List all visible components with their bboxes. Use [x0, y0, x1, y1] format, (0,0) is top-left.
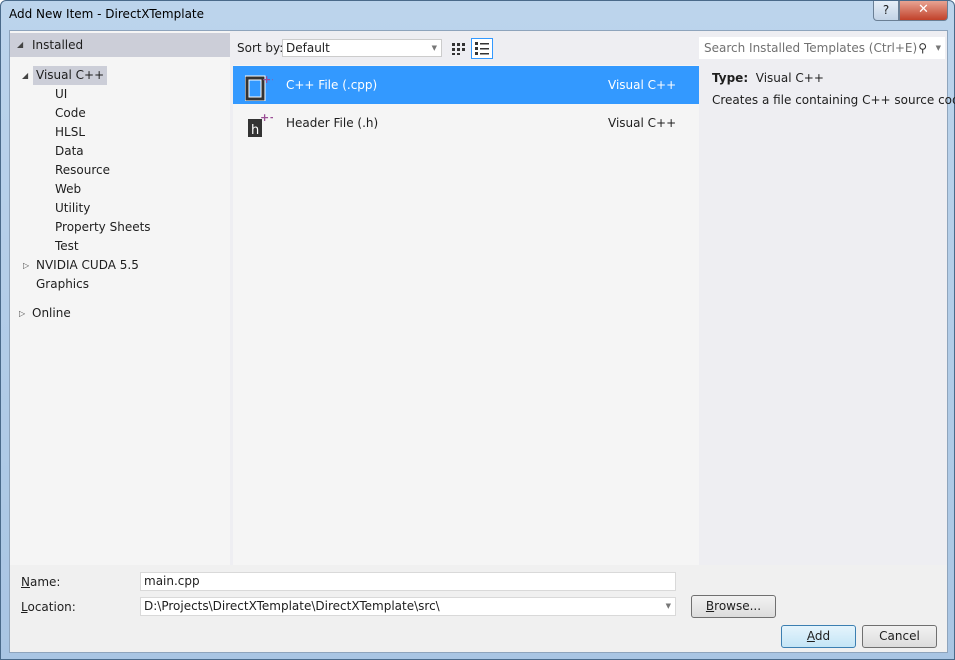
- cancel-button[interactable]: Cancel: [862, 625, 937, 648]
- tree-node-graphics[interactable]: Graphics: [36, 275, 89, 294]
- tree-label: Installed: [32, 38, 84, 52]
- type-value: Visual C++: [755, 71, 824, 85]
- tree-node-installed[interactable]: ◢ Installed: [10, 33, 230, 57]
- template-type: Visual C++: [608, 78, 677, 92]
- type-label: Type:: [712, 71, 749, 85]
- collapsed-triangle-icon[interactable]: ▷: [23, 261, 29, 270]
- sort-value: Default: [286, 41, 330, 55]
- tree-node-web[interactable]: Web: [55, 180, 81, 199]
- dialog-window: Add New Item - DirectXTemplate ? ✕ ◢ Ins…: [0, 0, 955, 660]
- tree-node-code[interactable]: Code: [55, 104, 86, 123]
- tree-node-visual-cpp[interactable]: Visual C++: [33, 66, 108, 85]
- template-item-cpp-file[interactable]: ++ C++ File (.cpp) Visual C++: [233, 66, 699, 104]
- template-name: Header File (.h): [286, 116, 379, 130]
- location-label: Location:: [21, 600, 76, 614]
- dropdown-arrow-icon[interactable]: ▼: [666, 598, 671, 615]
- name-label: Name:: [21, 575, 61, 589]
- item-form: Name: main.cpp Location: D:\Projects\Dir…: [10, 565, 947, 652]
- tree-node-online[interactable]: Online: [32, 304, 71, 323]
- template-type: Visual C++: [608, 116, 677, 130]
- svg-text:h: h: [251, 123, 259, 138]
- list-view-icon: [475, 42, 489, 55]
- dropdown-arrow-icon: ▼: [431, 44, 437, 52]
- grid-view-icon: [452, 43, 465, 55]
- search-templates-input[interactable]: Search Installed Templates (Ctrl+E) ⚲ ▼: [699, 37, 945, 59]
- sort-dropdown[interactable]: Default ▼: [282, 39, 442, 57]
- name-input[interactable]: main.cpp: [140, 572, 676, 591]
- window-title: Add New Item - DirectXTemplate: [9, 7, 205, 21]
- cpp-file-icon: ++: [245, 73, 273, 101]
- svg-text:++: ++: [262, 73, 273, 86]
- tree-node-property-sheets[interactable]: Property Sheets: [55, 218, 151, 237]
- collapsed-triangle-icon[interactable]: ▷: [19, 309, 25, 318]
- tree-node-hlsl[interactable]: HLSL: [55, 123, 85, 142]
- search-options-arrow-icon[interactable]: ▼: [936, 37, 941, 59]
- template-tree: ◢ Installed ◢ Visual C++ UI Code HLSL Da…: [10, 31, 230, 565]
- tree-node-resource[interactable]: Resource: [55, 161, 110, 180]
- location-value: D:\Projects\DirectXTemplate\DirectXTempl…: [144, 599, 440, 613]
- template-item-header-file[interactable]: h++ Header File (.h) Visual C++: [233, 104, 699, 142]
- expanded-triangle-icon[interactable]: ◢: [17, 33, 23, 57]
- add-button[interactable]: Add: [781, 625, 856, 648]
- search-placeholder: Search Installed Templates (Ctrl+E): [704, 41, 918, 55]
- template-name: C++ File (.cpp): [286, 78, 378, 92]
- template-details: Type: Visual C++ Creates a file containi…: [712, 71, 955, 107]
- expanded-triangle-icon[interactable]: ◢: [22, 71, 28, 80]
- tree-node-nvidia-cuda[interactable]: NVIDIA CUDA 5.5: [36, 256, 139, 275]
- tree-node-test[interactable]: Test: [55, 237, 79, 256]
- tree-node-ui[interactable]: UI: [55, 85, 67, 104]
- help-button[interactable]: ?: [873, 1, 899, 21]
- close-button[interactable]: ✕: [899, 1, 948, 21]
- browse-button[interactable]: Browse...: [691, 595, 776, 618]
- header-file-icon: h++: [248, 111, 273, 138]
- location-combobox[interactable]: D:\Projects\DirectXTemplate\DirectXTempl…: [140, 597, 676, 616]
- tree-node-utility[interactable]: Utility: [55, 199, 90, 218]
- svg-text:++: ++: [260, 111, 273, 124]
- template-description: Creates a file containing C++ source cod…: [712, 93, 955, 107]
- dialog-body: ◢ Installed ◢ Visual C++ UI Code HLSL Da…: [9, 30, 955, 653]
- tree-node-data[interactable]: Data: [55, 142, 84, 161]
- sort-label: Sort by:: [237, 41, 284, 55]
- list-view-button[interactable]: [471, 38, 493, 59]
- small-icons-view-button[interactable]: [447, 38, 469, 59]
- search-icon[interactable]: ⚲: [918, 37, 927, 59]
- template-list: ++ C++ File (.cpp) Visual C++ h++ Header…: [233, 65, 699, 565]
